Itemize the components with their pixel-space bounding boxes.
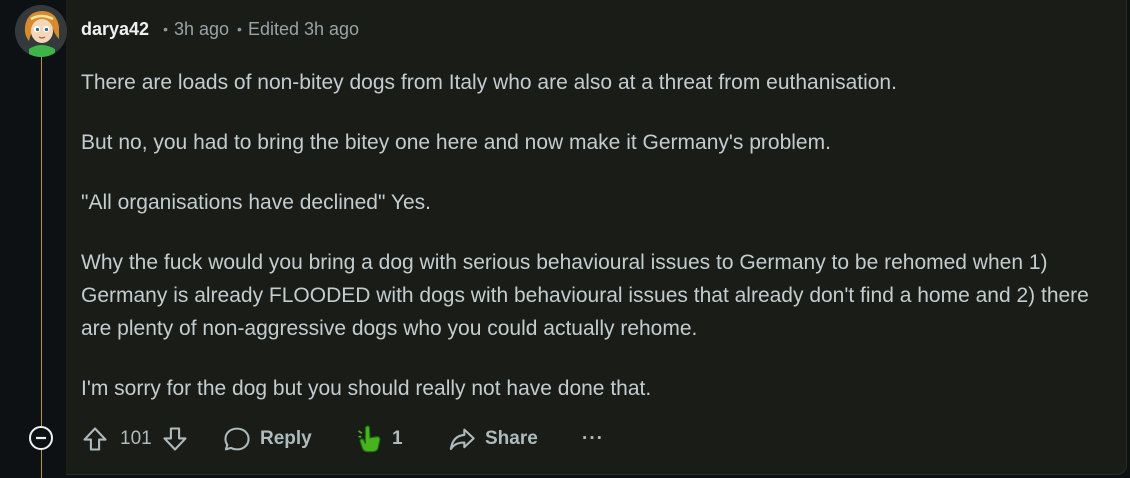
downvote-icon [163,427,187,451]
reply-label: Reply [260,428,312,449]
more-icon: ··· [582,428,604,449]
award-button[interactable]: 1 [356,422,403,456]
comment-meta: darya42 • 3h ago • Edited 3h ago [81,16,359,42]
award-icon [357,425,381,453]
edited-timestamp: Edited 3h ago [247,18,360,39]
award-count: 1 [392,428,403,449]
share-button[interactable]: Share [448,422,538,456]
downvote-button[interactable] [161,422,189,456]
collapse-button[interactable] [29,426,53,450]
comment-paragraph: There are loads of non-bitey dogs from I… [81,71,897,94]
collapse-icon [29,426,53,450]
timestamp[interactable]: 3h ago [174,19,229,40]
vote-count: 101 [120,428,152,449]
upvote-button[interactable] [81,422,109,456]
separator: • [237,21,242,37]
reply-button[interactable]: Reply [222,422,312,456]
more-options-button[interactable]: ··· [582,422,604,456]
comment-paragraph: But no, you had to bring the bitey one h… [81,131,831,154]
comment-body: There are loads of non-bitey dogs from I… [81,66,1091,432]
username[interactable]: darya42 [81,19,149,40]
avatar[interactable] [15,5,67,57]
comment-paragraph: I'm sorry for the dog but you should rea… [81,377,652,400]
comment-paragraph: "All organisations have declined" Yes. [81,191,431,214]
upvote-icon [83,427,107,451]
thread-line[interactable] [41,52,42,478]
share-icon [449,428,475,450]
reply-icon [224,427,250,451]
comment-paragraph: Why the fuck would you bring a dog with … [81,251,1089,340]
share-label: Share [485,428,538,449]
comment-actions: 101 Reply 1 Share ··· [0,418,1130,460]
separator: • [163,21,168,37]
